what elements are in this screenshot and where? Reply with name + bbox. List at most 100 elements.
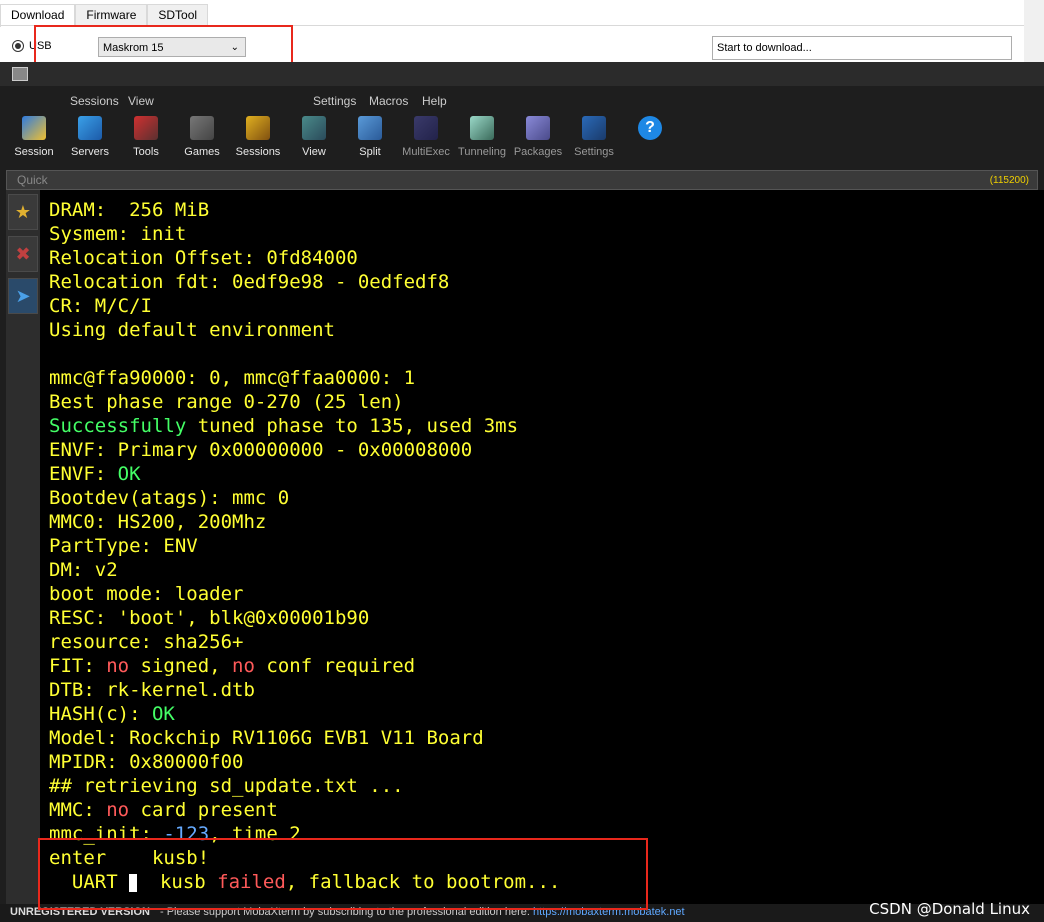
menu-settings[interactable]: Settings xyxy=(313,94,356,108)
terminal-line: FIT: no signed, no conf required xyxy=(49,654,415,678)
terminal-line: resource: sha256+ xyxy=(49,630,243,654)
terminal-segment: no xyxy=(106,799,130,821)
toolbar-view-button[interactable]: View xyxy=(284,116,344,158)
terminal-segment: tuned phase to 135, used 3ms xyxy=(186,415,519,437)
packages-icon xyxy=(526,116,550,140)
terminal-segment: Best phase range 0-270 (25 len) xyxy=(49,391,404,413)
terminal-segment: ENVF: xyxy=(49,463,118,485)
terminal-line: ENVF: Primary 0x00000000 - 0x00008000 xyxy=(49,438,472,462)
terminal-segment: DM: v2 xyxy=(49,559,118,581)
tab-firmware[interactable]: Firmware xyxy=(75,4,148,26)
tab-strip: Download Firmware SDTool xyxy=(0,4,209,27)
terminal-segment: FIT: xyxy=(49,655,107,677)
menu-view[interactable]: View xyxy=(128,94,154,108)
baud-rate-label: (115200) xyxy=(989,175,1029,186)
terminal-segment: no xyxy=(106,655,130,677)
terminal-line: HASH(c): OK xyxy=(49,702,175,726)
terminal-segment: card present xyxy=(129,799,278,821)
menu-macros[interactable]: Macros xyxy=(369,94,408,108)
terminal-segment: conf required xyxy=(254,655,416,677)
terminal-segment: mmc@ffa90000: 0, mmc@ffaa0000: 1 xyxy=(49,367,416,389)
quick-connect-input[interactable]: Quick xyxy=(17,173,48,187)
toolbar-label: Split xyxy=(359,146,381,158)
settings-icon xyxy=(582,116,606,140)
menu-bar: Sessions View Settings Macros Help xyxy=(0,91,1044,111)
tab-download[interactable]: Download xyxy=(0,4,76,27)
terminal-segment: MPIDR: 0x80000f00 xyxy=(49,751,244,773)
tab-sdtool[interactable]: SDTool xyxy=(147,4,209,26)
multiexec-icon xyxy=(414,116,438,140)
tunneling-icon xyxy=(470,116,494,140)
terminal-segment: PartType: ENV xyxy=(49,535,198,557)
menu-sessions[interactable]: Sessions xyxy=(70,94,119,108)
terminal-line: MMC: no card present xyxy=(49,798,278,822)
left-sidebar: ★ ✖ ➤ xyxy=(6,190,40,922)
terminal-line: RESC: 'boot', blk@0x00001b90 xyxy=(49,606,369,630)
terminal-segment: DRAM: 256 MiB xyxy=(49,199,210,221)
terminal-line: boot mode: loader xyxy=(49,582,243,606)
terminal-output[interactable]: DRAM: 256 MiB Sysmem: init Relocation Offs… xyxy=(40,190,1044,912)
terminal-line: ENVF: OK xyxy=(49,462,141,486)
terminal-line: MMC0: HS200, 200Mhz xyxy=(49,510,266,534)
terminal-segment: RESC: 'boot', blk@0x00001b90 xyxy=(49,607,370,629)
toolbar-packages-button[interactable]: Packages xyxy=(508,116,568,158)
toolbar: Session Servers Tools Games Sessions Vie… xyxy=(0,112,1044,168)
toolbar-tools-button[interactable]: Tools xyxy=(116,116,176,158)
star-icon[interactable]: ★ xyxy=(8,194,38,230)
terminal-segment: Model: Rockchip RV1106G EVB1 V11 Board xyxy=(49,727,484,749)
terminal-line: mmc@ffa90000: 0, mmc@ffaa0000: 1 xyxy=(49,366,415,390)
send-icon[interactable]: ➤ xyxy=(8,278,38,314)
terminal-segment: boot mode: loader xyxy=(49,583,244,605)
terminal-line: Using default environment xyxy=(49,318,335,342)
split-icon xyxy=(358,116,382,140)
terminal-line: MPIDR: 0x80000f00 xyxy=(49,750,243,774)
terminal-segment: Bootdev(atags): mmc 0 xyxy=(49,487,290,509)
tools-icon xyxy=(134,116,158,140)
toolbar-label: MultiExec xyxy=(402,146,450,158)
terminal-segment: CR: M/C/I xyxy=(49,295,152,317)
sessions-icon xyxy=(246,116,270,140)
toolbar-servers-button[interactable]: Servers xyxy=(60,116,120,158)
terminal-line: Relocation Offset: 0fd84000 xyxy=(49,246,358,270)
servers-icon xyxy=(78,116,102,140)
terminal-line: DTB: rk-kernel.dtb xyxy=(49,678,255,702)
terminal-line: PartType: ENV xyxy=(49,534,198,558)
terminal-line: DRAM: 256 MiB xyxy=(49,198,209,222)
terminal-segment: Sysmem: init xyxy=(49,223,187,245)
radio-icon xyxy=(12,40,24,52)
csdn-watermark: CSDN @Donald Linux xyxy=(869,900,1030,918)
terminal-line: Relocation fdt: 0edf9e98 - 0edfedf8 xyxy=(49,270,449,294)
app-icon xyxy=(12,67,28,81)
terminal-line: Successfully tuned phase to 135, used 3m… xyxy=(49,414,518,438)
terminal-segment: ENVF: Primary 0x00000000 - 0x00008000 xyxy=(49,439,473,461)
toolbar-session-button[interactable]: Session xyxy=(4,116,64,158)
highlight-box-usb xyxy=(38,838,648,910)
help-icon: ? xyxy=(638,116,662,140)
toolbar-label: View xyxy=(302,146,326,158)
quick-connect-bar[interactable]: Quick (115200) xyxy=(6,170,1038,190)
toolbar-label: Packages xyxy=(513,146,563,158)
terminal-segment: OK xyxy=(151,703,175,725)
terminal-segment: Relocation Offset: 0fd84000 xyxy=(49,247,358,269)
toolbar-sessions-button[interactable]: Sessions xyxy=(228,116,288,158)
session-icon xyxy=(22,116,46,140)
toolbar-games-button[interactable]: Games xyxy=(172,116,232,158)
terminal-line: ## retrieving sd_update.txt ... xyxy=(49,774,404,798)
toolbar-settings-button[interactable]: Settings xyxy=(564,116,624,158)
terminal-segment: ## retrieving sd_update.txt ... xyxy=(49,775,404,797)
title-bar xyxy=(0,62,1044,86)
toolbar-split-button[interactable]: Split xyxy=(340,116,400,158)
toolbar-label: Games xyxy=(184,146,220,158)
terminal-line: Model: Rockchip RV1106G EVB1 V11 Board xyxy=(49,726,484,750)
menu-help[interactable]: Help xyxy=(422,94,447,108)
terminal-segment: signed, xyxy=(129,655,233,677)
terminal-segment: DTB: rk-kernel.dtb xyxy=(49,679,255,701)
terminal-segment: Successfully xyxy=(49,415,187,437)
toolbar-multiexec-button[interactable]: MultiExec xyxy=(396,116,456,158)
tools-icon[interactable]: ✖ xyxy=(8,236,38,272)
toolbar-tunneling-button[interactable]: Tunneling xyxy=(452,116,512,158)
terminal-segment: HASH(c): xyxy=(49,703,152,725)
terminal-segment: MMC: xyxy=(49,799,107,821)
toolbar-help-button[interactable]: ? xyxy=(620,116,680,146)
terminal-segment: resource: sha256+ xyxy=(49,631,244,653)
